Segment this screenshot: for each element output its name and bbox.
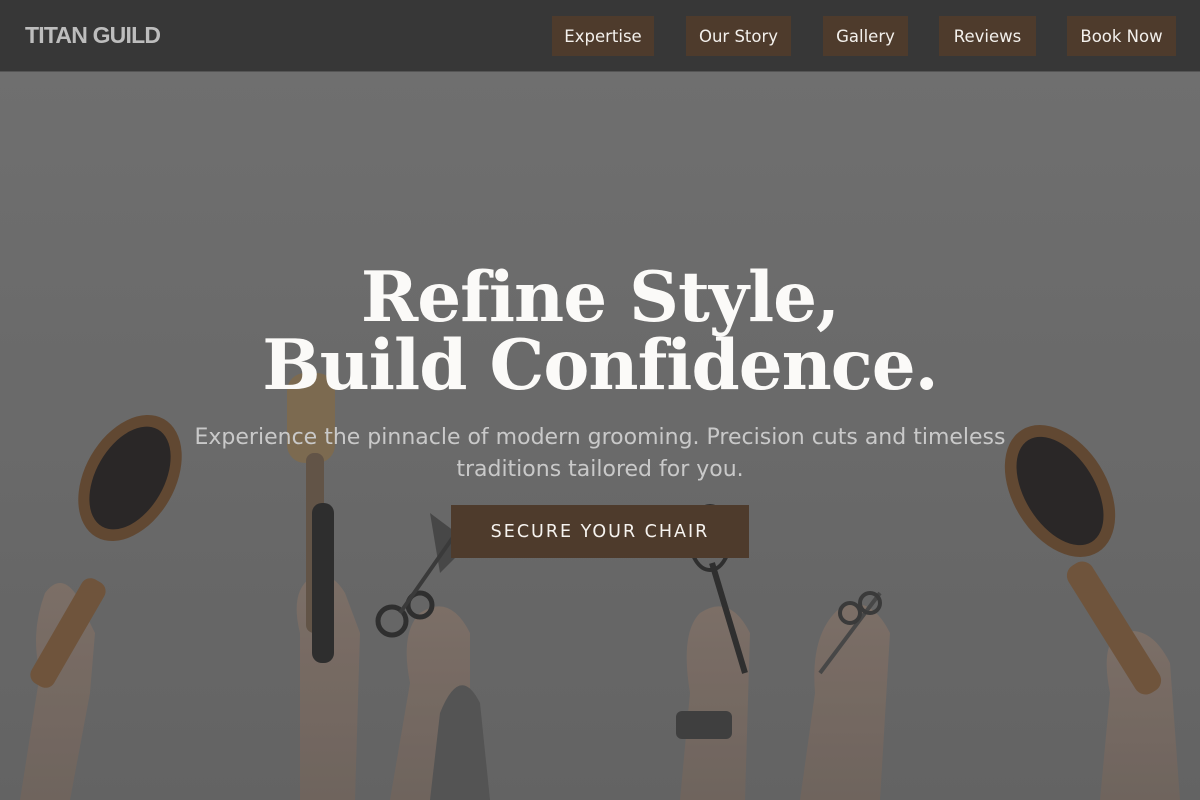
hero-headline-line-2: Build Confidence.: [262, 325, 938, 406]
nav-our-story-button[interactable]: Our Story: [686, 16, 791, 56]
nav-book-now-button[interactable]: Book Now: [1067, 16, 1176, 56]
hero-subtitle-line-2: traditions tailored for you.: [456, 457, 744, 482]
top-navigation-bar: TITAN GUILD Expertise Our Story Gallery …: [0, 0, 1200, 72]
secure-your-chair-button[interactable]: SECURE YOUR CHAIR: [451, 505, 749, 558]
brand-logo[interactable]: TITAN GUILD: [25, 22, 161, 49]
nav-reviews-button[interactable]: Reviews: [939, 16, 1036, 56]
hero-section: Refine Style, Build Confidence. Experien…: [0, 73, 1200, 800]
hero-subtitle-line-1: Experience the pinnacle of modern groomi…: [194, 425, 1006, 450]
nav-expertise-button[interactable]: Expertise: [552, 16, 654, 56]
hero-headline-line-1: Refine Style,: [360, 257, 840, 338]
nav-gallery-button[interactable]: Gallery: [823, 16, 908, 56]
